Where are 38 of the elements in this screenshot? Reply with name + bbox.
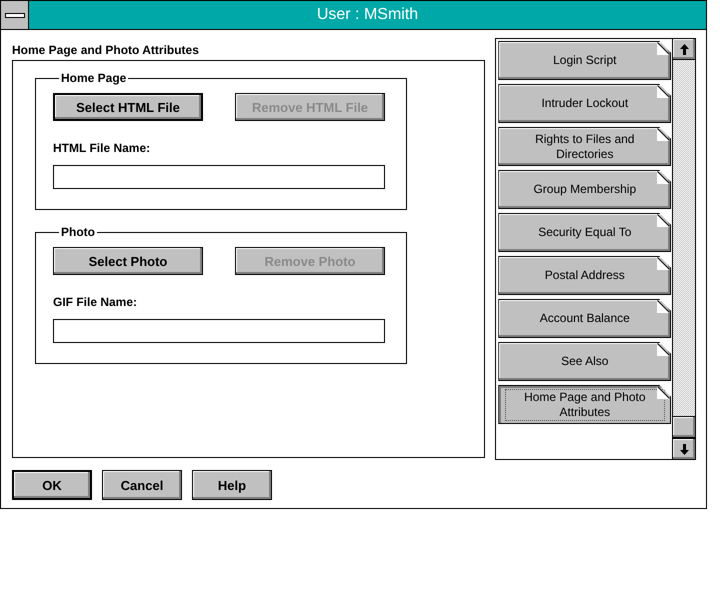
window-title: User : MSmith [316, 5, 420, 25]
input-field[interactable] [53, 165, 385, 189]
group-label: Photo [60, 225, 96, 239]
down-arrow-icon [680, 444, 688, 454]
action-button[interactable]: Select Photo [53, 247, 203, 275]
page-tab[interactable]: See Also [498, 342, 672, 381]
page-tab[interactable]: Login Script [498, 41, 672, 80]
page-tab[interactable]: Group Membership [498, 170, 672, 209]
up-arrow-icon [680, 44, 688, 54]
input-field[interactable] [53, 319, 385, 343]
page-tab[interactable]: Security Equal To [498, 213, 672, 252]
dialog-button[interactable]: Cancel [102, 470, 182, 500]
page-tab[interactable]: Home Page and Photo Attributes [498, 385, 672, 424]
scrollbar[interactable] [672, 39, 695, 459]
system-menu-button[interactable] [1, 1, 29, 29]
folded-corner-icon [657, 128, 670, 141]
page-tab[interactable]: Rights to Files and Directories [498, 127, 672, 166]
folded-corner-icon [657, 386, 670, 399]
folded-corner-icon [657, 42, 670, 55]
dialog-button[interactable]: OK [12, 470, 92, 500]
folded-corner-icon [657, 214, 670, 227]
scroll-up-button[interactable] [673, 39, 695, 60]
page-tab[interactable]: Account Balance [498, 299, 672, 338]
section-title: Home Page and Photo Attributes [12, 42, 200, 59]
group-label: Home Page [60, 71, 128, 85]
folded-corner-icon [657, 300, 670, 313]
folded-corner-icon [657, 85, 670, 98]
folded-corner-icon [657, 171, 670, 184]
page-tab[interactable]: Postal Address [498, 256, 672, 295]
action-button[interactable]: Select HTML File [53, 93, 203, 121]
scroll-down-button[interactable] [673, 438, 695, 459]
field-label: HTML File Name: [53, 141, 152, 155]
scroll-thumb[interactable] [673, 416, 695, 438]
dialog-button[interactable]: Help [192, 470, 272, 500]
field-label: GIF File Name: [53, 295, 138, 309]
folded-corner-icon [657, 343, 670, 356]
page-tab[interactable]: Intruder Lockout [498, 84, 672, 123]
folded-corner-icon [657, 257, 670, 270]
